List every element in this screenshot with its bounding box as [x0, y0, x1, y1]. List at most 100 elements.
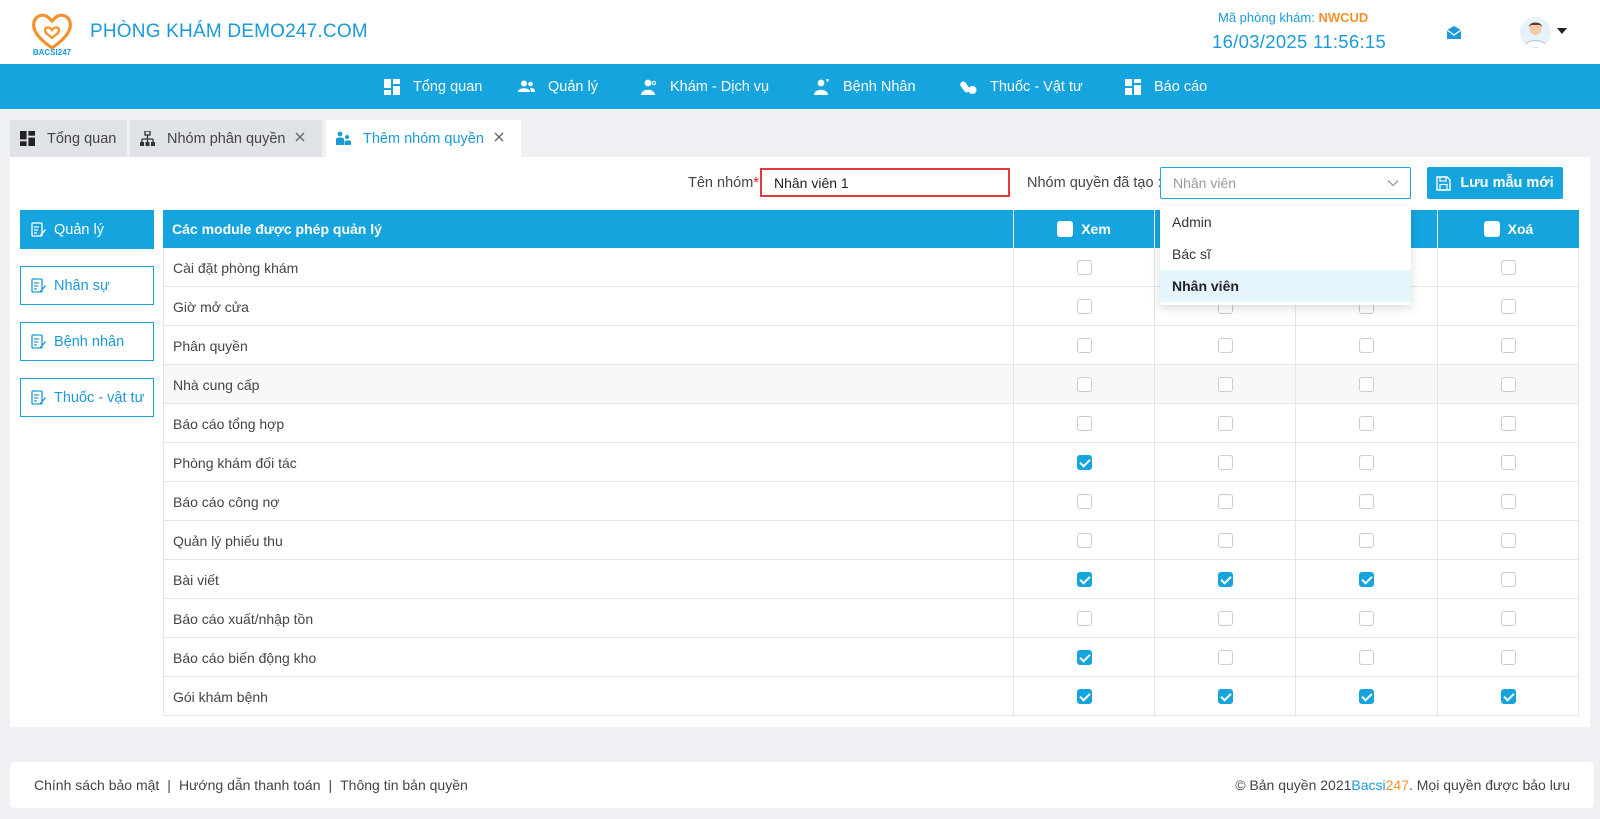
permission-checkbox[interactable] [1217, 338, 1233, 353]
permission-checkbox[interactable] [1501, 416, 1516, 431]
select-all-checkbox[interactable] [1057, 221, 1074, 237]
brand-name-part2: 247 [1385, 777, 1409, 793]
footer-link-privacy[interactable]: Chính sách bảo mật [34, 777, 159, 793]
permission-checkbox[interactable] [1076, 338, 1092, 353]
permission-cell-edit [1295, 365, 1437, 404]
column-header-view: Xem [1013, 210, 1154, 248]
tab-label: Thêm nhóm quyền [363, 130, 484, 147]
permission-cell-add [1154, 599, 1295, 638]
nav-item-bao-cao[interactable]: Báo cáo [1125, 64, 1207, 109]
footer-link-copyright-info[interactable]: Thông tin bản quyền [340, 777, 468, 793]
table-row: Phòng khám đối tác [163, 443, 1579, 482]
permission-checkbox[interactable] [1076, 299, 1092, 314]
column-header-label: Xem [1081, 221, 1111, 237]
permission-checkbox[interactable] [1501, 377, 1516, 392]
close-icon[interactable] [493, 131, 505, 143]
permission-checkbox[interactable] [1217, 689, 1233, 704]
nav-label: Quản lý [548, 78, 598, 95]
permission-checkbox[interactable] [1217, 377, 1233, 392]
permission-checkbox[interactable] [1359, 689, 1374, 704]
permission-checkbox[interactable] [1501, 572, 1516, 587]
chevron-down-icon[interactable] [1557, 28, 1567, 34]
save-template-button[interactable]: Lưu mẫu mới [1427, 167, 1563, 199]
permission-cell-add [1154, 365, 1295, 404]
copyright-prefix: © Bản quyền 2021 [1235, 777, 1352, 793]
permission-checkbox[interactable] [1076, 377, 1092, 392]
permission-checkbox[interactable] [1501, 338, 1516, 353]
sidebar-item-thuoc-vat-tu[interactable]: Thuốc - vật tư [20, 378, 154, 417]
footer-link-payment-guide[interactable]: Hướng dẫn thanh toán [179, 777, 321, 793]
permission-checkbox[interactable] [1217, 572, 1233, 587]
tab-nhom-phan-quyen[interactable]: Nhóm phân quyền [130, 120, 322, 157]
dropdown-option-admin[interactable]: Admin [1160, 206, 1411, 238]
permission-checkbox[interactable] [1076, 494, 1092, 509]
permission-checkbox[interactable] [1217, 494, 1233, 509]
nav-item-benh-nhan[interactable]: Bệnh Nhân [814, 64, 916, 109]
permission-checkbox[interactable] [1501, 650, 1516, 665]
clinic-code-value: NWCUD [1318, 10, 1369, 25]
user-avatar[interactable] [1520, 17, 1551, 48]
tab-them-nhom-quyen[interactable]: Thêm nhóm quyền [326, 120, 521, 157]
permission-checkbox[interactable] [1501, 611, 1516, 626]
permission-checkbox[interactable] [1359, 338, 1374, 353]
brand-name-part1: Bacsi [1351, 777, 1386, 793]
permission-checkbox[interactable] [1076, 416, 1092, 431]
clinic-name: PHÒNG KHÁM DEMO247.COM [90, 21, 368, 42]
sidebar-item-nhan-su[interactable]: Nhân sự [20, 266, 154, 305]
permission-checkbox[interactable] [1359, 416, 1374, 431]
close-icon[interactable] [294, 131, 306, 143]
tab-label: Tổng quan [47, 130, 117, 147]
nav-item-thuoc-vat-tu[interactable]: Thuốc - Vật tư [960, 64, 1083, 109]
permission-checkbox[interactable] [1076, 572, 1092, 587]
permission-cell-add [1154, 482, 1295, 521]
permission-checkbox[interactable] [1076, 689, 1092, 704]
tab-tong-quan[interactable]: Tổng quan [10, 120, 127, 157]
module-name: Báo cáo công nợ [173, 494, 280, 510]
nav-item-tong-quan[interactable]: Tổng quan [384, 64, 482, 109]
permission-checkbox[interactable] [1501, 299, 1516, 314]
permission-checkbox[interactable] [1359, 572, 1374, 587]
permission-checkbox[interactable] [1359, 455, 1374, 470]
users-icon [518, 80, 535, 92]
existing-group-select[interactable]: Nhân viên [1160, 167, 1411, 199]
dropdown-option-bac-si[interactable]: Bác sĩ [1160, 238, 1411, 270]
permission-checkbox[interactable] [1217, 416, 1233, 431]
nav-label: Tổng quan [413, 78, 483, 95]
permission-cell-view [1013, 404, 1154, 443]
select-all-checkbox[interactable] [1483, 221, 1500, 237]
permission-cell-delete [1437, 404, 1579, 443]
permission-checkbox[interactable] [1501, 260, 1516, 275]
doctor-icon [641, 79, 657, 95]
permission-checkbox[interactable] [1217, 533, 1233, 548]
permission-checkbox[interactable] [1076, 650, 1092, 665]
mail-icon[interactable] [1446, 25, 1462, 40]
dropdown-option-nhan-vien[interactable]: Nhân viên [1160, 270, 1411, 302]
permission-checkbox[interactable] [1359, 377, 1374, 392]
permission-checkbox[interactable] [1217, 611, 1233, 626]
permission-checkbox[interactable] [1076, 533, 1092, 548]
clinic-logo[interactable]: BACSI247 [28, 8, 76, 57]
permission-cell-view [1013, 521, 1154, 560]
group-name-input[interactable] [760, 168, 1010, 197]
permission-checkbox[interactable] [1076, 611, 1092, 626]
nav-item-quan-ly[interactable]: Quản lý [518, 64, 598, 109]
sidebar-item-benh-nhan[interactable]: Bệnh nhân [20, 322, 154, 361]
module-name: Phòng khám đối tác [173, 455, 297, 471]
nav-label: Khám - Dịch vụ [670, 78, 770, 95]
permission-checkbox[interactable] [1501, 689, 1516, 704]
permission-checkbox[interactable] [1501, 455, 1516, 470]
permission-checkbox[interactable] [1359, 533, 1374, 548]
permission-checkbox[interactable] [1359, 494, 1374, 509]
permission-cell-delete [1437, 482, 1579, 521]
permission-checkbox[interactable] [1359, 611, 1374, 626]
permission-checkbox[interactable] [1501, 494, 1516, 509]
permission-checkbox[interactable] [1217, 650, 1233, 665]
permission-checkbox[interactable] [1076, 260, 1092, 275]
permission-checkbox[interactable] [1359, 650, 1374, 665]
permission-checkbox[interactable] [1501, 533, 1516, 548]
sidebar-item-quan-ly[interactable]: Quản lý [20, 210, 154, 249]
permission-checkbox[interactable] [1217, 455, 1233, 470]
permission-checkbox[interactable] [1076, 455, 1092, 470]
required-mark: * [753, 175, 759, 191]
nav-item-kham-dich-vu[interactable]: Khám - Dịch vụ [641, 64, 769, 109]
